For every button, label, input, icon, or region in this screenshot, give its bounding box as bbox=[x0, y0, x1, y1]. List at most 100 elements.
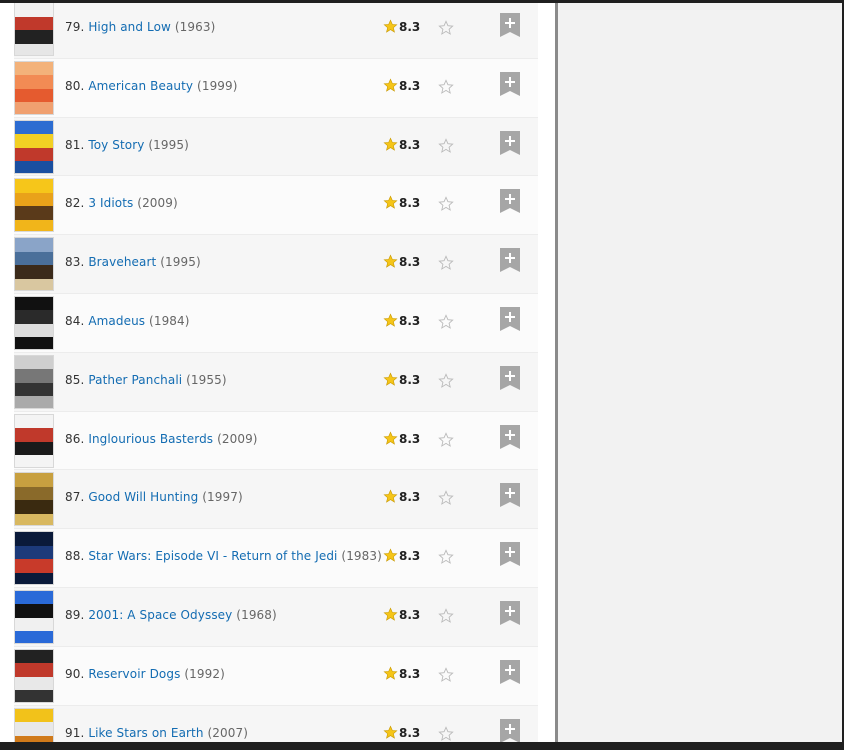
rate-this-star-icon[interactable] bbox=[438, 79, 454, 95]
watchlist-add-button[interactable] bbox=[500, 424, 520, 449]
poster-thumbnail[interactable] bbox=[14, 60, 54, 115]
movie-title-link[interactable]: Reservoir Dogs bbox=[88, 667, 180, 681]
rank-number: 81. bbox=[65, 137, 89, 152]
rate-this-star-icon[interactable] bbox=[438, 608, 454, 624]
rank-number: 83. bbox=[65, 255, 89, 270]
poster-thumbnail[interactable] bbox=[14, 648, 54, 703]
rank-number: 79. bbox=[65, 20, 89, 34]
rank-number: 87. bbox=[65, 490, 89, 505]
movie-title-link[interactable]: Braveheart bbox=[88, 255, 156, 269]
watchlist-add-button[interactable] bbox=[500, 659, 520, 684]
title-cell: 89. 2001: A Space Odyssey (1968) bbox=[65, 608, 277, 622]
watchlist-add-button[interactable] bbox=[500, 130, 520, 155]
rate-this-star-icon[interactable] bbox=[438, 725, 454, 742]
rate-this-star-icon[interactable] bbox=[438, 20, 454, 36]
movie-title-link[interactable]: Pather Panchali bbox=[88, 373, 182, 387]
poster-thumbnail[interactable] bbox=[14, 295, 54, 350]
poster-thumbnail[interactable] bbox=[14, 354, 54, 409]
poster-thumbnail[interactable] bbox=[14, 413, 54, 468]
movie-title-link[interactable]: Good Will Hunting bbox=[88, 490, 198, 504]
movie-title-link[interactable]: Toy Story bbox=[88, 138, 144, 152]
imdb-rating: 8.3 bbox=[383, 548, 420, 563]
watchlist-add-button[interactable] bbox=[500, 542, 520, 567]
poster-thumbnail[interactable] bbox=[14, 2, 54, 56]
movie-row: 80. American Beauty (1999) 8.3 bbox=[14, 58, 538, 118]
poster-thumbnail[interactable] bbox=[14, 472, 54, 527]
watchlist-add-button[interactable] bbox=[500, 365, 520, 390]
rate-this-star-icon[interactable] bbox=[438, 549, 454, 565]
watchlist-add-button[interactable] bbox=[500, 71, 520, 96]
watchlist-add-button[interactable] bbox=[500, 189, 520, 214]
poster-band bbox=[15, 61, 53, 77]
poster-thumbnail[interactable] bbox=[14, 589, 54, 644]
watchlist-add-button[interactable] bbox=[500, 248, 520, 273]
poster-thumbnail[interactable] bbox=[14, 531, 54, 586]
poster-band bbox=[15, 513, 53, 526]
release-year: (1968) bbox=[236, 607, 277, 622]
movie-title-link[interactable]: Inglourious Basterds bbox=[88, 432, 213, 446]
movie-row: 79. High and Low (1963) 8.3 bbox=[14, 0, 538, 59]
poster-band bbox=[15, 663, 53, 678]
poster-band bbox=[15, 206, 53, 221]
page: 79. High and Low (1963) 8.3 80. American… bbox=[0, 0, 844, 750]
title-cell: 81. Toy Story (1995) bbox=[65, 138, 189, 152]
poster-band bbox=[15, 441, 53, 457]
poster-band bbox=[15, 428, 53, 443]
watchlist-add-button[interactable] bbox=[500, 600, 520, 625]
rating-value: 8.3 bbox=[399, 137, 421, 152]
movie-title-link[interactable]: 2001: A Space Odyssey bbox=[88, 608, 232, 622]
title-cell: 91. Like Stars on Earth (2007) bbox=[65, 726, 248, 740]
rate-this-star-icon[interactable] bbox=[438, 667, 454, 683]
poster-band bbox=[15, 604, 53, 619]
movie-row: 87. Good Will Hunting (1997) 8.3 bbox=[14, 470, 538, 530]
rate-this-star-icon[interactable] bbox=[438, 490, 454, 506]
imdb-rating: 8.3 bbox=[383, 666, 420, 681]
title-cell: 88. Star Wars: Episode VI - Return of th… bbox=[65, 549, 382, 563]
rating-value: 8.3 bbox=[399, 725, 421, 740]
poster-band bbox=[15, 722, 53, 737]
release-year: (1983) bbox=[341, 549, 382, 564]
rank-number: 80. bbox=[65, 78, 89, 93]
rating-value: 8.3 bbox=[399, 666, 421, 681]
rating-value: 8.3 bbox=[399, 255, 421, 270]
sidebar-empty bbox=[558, 3, 842, 742]
gold-star-icon bbox=[383, 489, 398, 504]
rate-this-star-icon[interactable] bbox=[438, 431, 454, 448]
poster-thumbnail[interactable] bbox=[14, 178, 54, 233]
watchlist-add-button[interactable] bbox=[500, 13, 520, 37]
rank-number: 84. bbox=[65, 313, 89, 328]
poster-thumbnail[interactable] bbox=[14, 119, 54, 174]
rate-this-star-icon[interactable] bbox=[438, 255, 454, 271]
poster-thumbnail[interactable] bbox=[14, 237, 54, 292]
movie-title-link[interactable]: American Beauty bbox=[88, 79, 193, 93]
poster-band bbox=[15, 323, 53, 339]
release-year: (1992) bbox=[184, 666, 225, 681]
poster-band bbox=[15, 649, 53, 665]
watchlist-add-button[interactable] bbox=[500, 718, 520, 743]
release-year: (1997) bbox=[202, 490, 243, 505]
rate-this-star-icon[interactable] bbox=[438, 137, 454, 154]
movie-title-link[interactable]: High and Low bbox=[88, 20, 171, 34]
watchlist-add-button[interactable] bbox=[500, 306, 520, 331]
poster-band bbox=[15, 500, 53, 515]
movie-title-link[interactable]: 3 Idiots bbox=[88, 196, 133, 210]
top-rated-list-pane: 79. High and Low (1963) 8.3 80. American… bbox=[0, 0, 555, 750]
movie-title-link[interactable]: Like Stars on Earth bbox=[88, 726, 203, 740]
poster-band bbox=[15, 486, 53, 502]
watchlist-add-button[interactable] bbox=[500, 483, 520, 508]
release-year: (2007) bbox=[207, 725, 249, 740]
rate-this-star-icon[interactable] bbox=[438, 314, 454, 330]
poster-band bbox=[15, 179, 53, 194]
movie-row: 89. 2001: A Space Odyssey (1968) 8.3 bbox=[14, 587, 538, 647]
gold-star-icon bbox=[383, 137, 398, 151]
movie-title-link[interactable]: Star Wars: Episode VI - Return of the Je… bbox=[88, 549, 337, 563]
rank-number: 91. bbox=[65, 725, 89, 740]
rate-this-star-icon[interactable] bbox=[438, 373, 454, 389]
gold-star-icon bbox=[383, 725, 398, 739]
rank-number: 90. bbox=[65, 666, 89, 681]
rate-this-star-icon[interactable] bbox=[438, 196, 454, 212]
release-year: (1999) bbox=[197, 78, 238, 93]
poster-band bbox=[15, 355, 53, 371]
movie-title-link[interactable]: Amadeus bbox=[88, 314, 145, 328]
window-bottom-border bbox=[0, 742, 844, 750]
